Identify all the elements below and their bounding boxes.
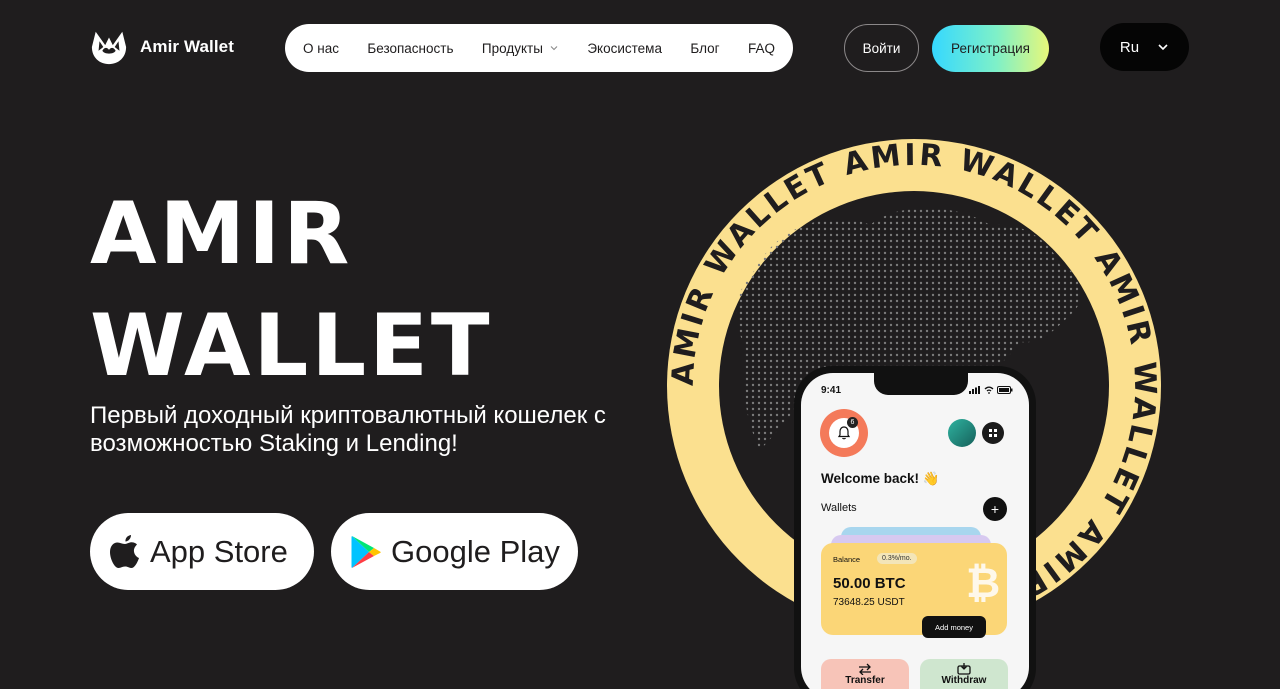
chevron-down-icon [1158, 44, 1168, 51]
transfer-icon [859, 663, 871, 675]
page: Amir Wallet О нас Безопасность Продукты … [0, 0, 1280, 689]
app-store-button[interactable]: App Store [90, 513, 314, 590]
app-store-label: App Store [150, 533, 288, 569]
hero-title: AMIR WALLET [90, 178, 493, 402]
battery-icon [997, 386, 1013, 394]
hero-title-line1: AMIR [90, 184, 353, 284]
logo-icon [91, 31, 127, 65]
balance-label: Balance [833, 555, 861, 564]
nav-item-blog[interactable]: Блог [690, 41, 719, 56]
bitcoin-icon: ₿ [966, 559, 1001, 606]
withdraw-icon [957, 663, 971, 675]
logo[interactable]: Amir Wallet [90, 28, 234, 66]
notification-badge: 6 [847, 417, 858, 428]
withdraw-label: Withdraw [941, 675, 987, 686]
wifi-icon [984, 386, 994, 394]
rate-badge: 0.3%/mo. [877, 553, 917, 564]
chevron-down-icon [550, 46, 558, 51]
language-label: Ru [1119, 38, 1140, 56]
btc-balance: 50.00 BTC [833, 575, 906, 592]
usdt-balance: 73648.25 USDT [833, 597, 905, 608]
notification-button[interactable]: 6 [820, 409, 868, 457]
language-selector[interactable]: Ru [1100, 23, 1189, 71]
google-play-icon [351, 535, 381, 568]
hero-title-line2: WALLET [90, 296, 493, 396]
nav-item-products[interactable]: Продукты [482, 41, 559, 56]
avatar[interactable] [948, 419, 976, 447]
nav-item-security[interactable]: Безопасность [367, 41, 453, 56]
add-wallet-button[interactable]: + [983, 497, 1007, 521]
nav-item-about[interactable]: О нас [303, 41, 339, 56]
wallets-label: Wallets [821, 502, 857, 514]
signal-icon [969, 386, 980, 394]
withdraw-button[interactable]: Withdraw [920, 659, 1008, 689]
grid-menu-icon[interactable] [982, 422, 1004, 444]
apple-icon [110, 534, 139, 568]
grid-icon [989, 429, 997, 437]
phone-mockup: 9:41 6 Welcome back! 👋 Wallets + Balance… [794, 366, 1036, 689]
main-nav: О нас Безопасность Продукты Экосистема Б… [285, 24, 793, 72]
phone-notch [874, 373, 968, 395]
google-play-label: Google Play [391, 533, 560, 569]
register-button[interactable]: Регистрация [932, 25, 1049, 72]
logo-text: Amir Wallet [140, 37, 234, 56]
phone-screen: 9:41 6 Welcome back! 👋 Wallets + Balance… [801, 373, 1029, 689]
welcome-text: Welcome back! 👋 [821, 471, 940, 486]
status-icons [969, 386, 1013, 394]
add-money-button[interactable]: Add money [922, 616, 986, 638]
bell-icon [837, 426, 851, 440]
nav-item-products-label: Продукты [481, 40, 543, 56]
transfer-button[interactable]: Transfer [821, 659, 909, 689]
google-play-button[interactable]: Google Play [331, 513, 578, 590]
login-button[interactable]: Войти [844, 24, 919, 72]
wallet-card[interactable]: Balance 0.3%/mo. 50.00 BTC 73648.25 USDT… [821, 543, 1007, 638]
phone-time: 9:41 [821, 385, 842, 396]
hero-subtitle: Первый доходный криптовалютный кошелек с… [90, 402, 606, 457]
nav-item-faq[interactable]: FAQ [748, 41, 775, 56]
nav-item-ecosystem[interactable]: Экосистема [587, 41, 662, 56]
plus-icon: + [990, 501, 1000, 517]
transfer-label: Transfer [845, 675, 885, 686]
